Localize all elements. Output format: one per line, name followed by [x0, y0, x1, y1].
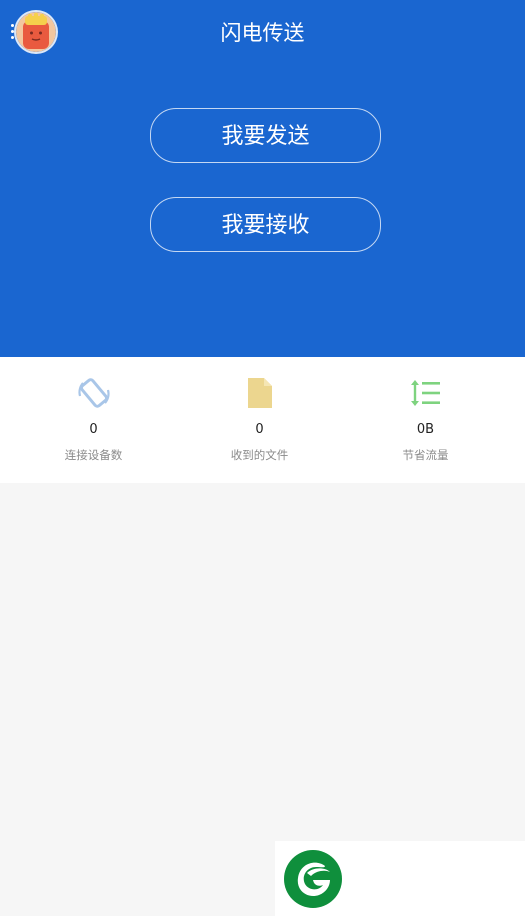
stat-connected-devices: 0 连接设备数 [6, 357, 181, 483]
stat-label: 连接设备数 [64, 448, 123, 462]
logo-panel [275, 841, 525, 916]
stat-value: 0 [255, 422, 264, 437]
stat-value: 0B [416, 422, 435, 437]
app-logo-icon [284, 850, 342, 908]
header-area: 闪电传送 我要发送 我要接收 [0, 0, 525, 357]
file-icon [247, 378, 272, 408]
line-spacing-icon [410, 380, 440, 406]
stat-value: 0 [89, 422, 98, 437]
send-button[interactable]: 我要发送 [150, 108, 381, 163]
receive-button[interactable]: 我要接收 [150, 197, 381, 252]
stats-panel: 0 连接设备数 0 收到的文件 0B 节省流量 [0, 357, 525, 483]
stat-data-saved: 0B 节省流量 [338, 357, 513, 483]
screen-rotation-icon [77, 378, 110, 408]
stat-label: 收到的文件 [230, 448, 289, 462]
stat-label: 节省流量 [402, 448, 449, 462]
stat-received-files: 0 收到的文件 [172, 357, 347, 483]
page-title: 闪电传送 [220, 21, 305, 45]
